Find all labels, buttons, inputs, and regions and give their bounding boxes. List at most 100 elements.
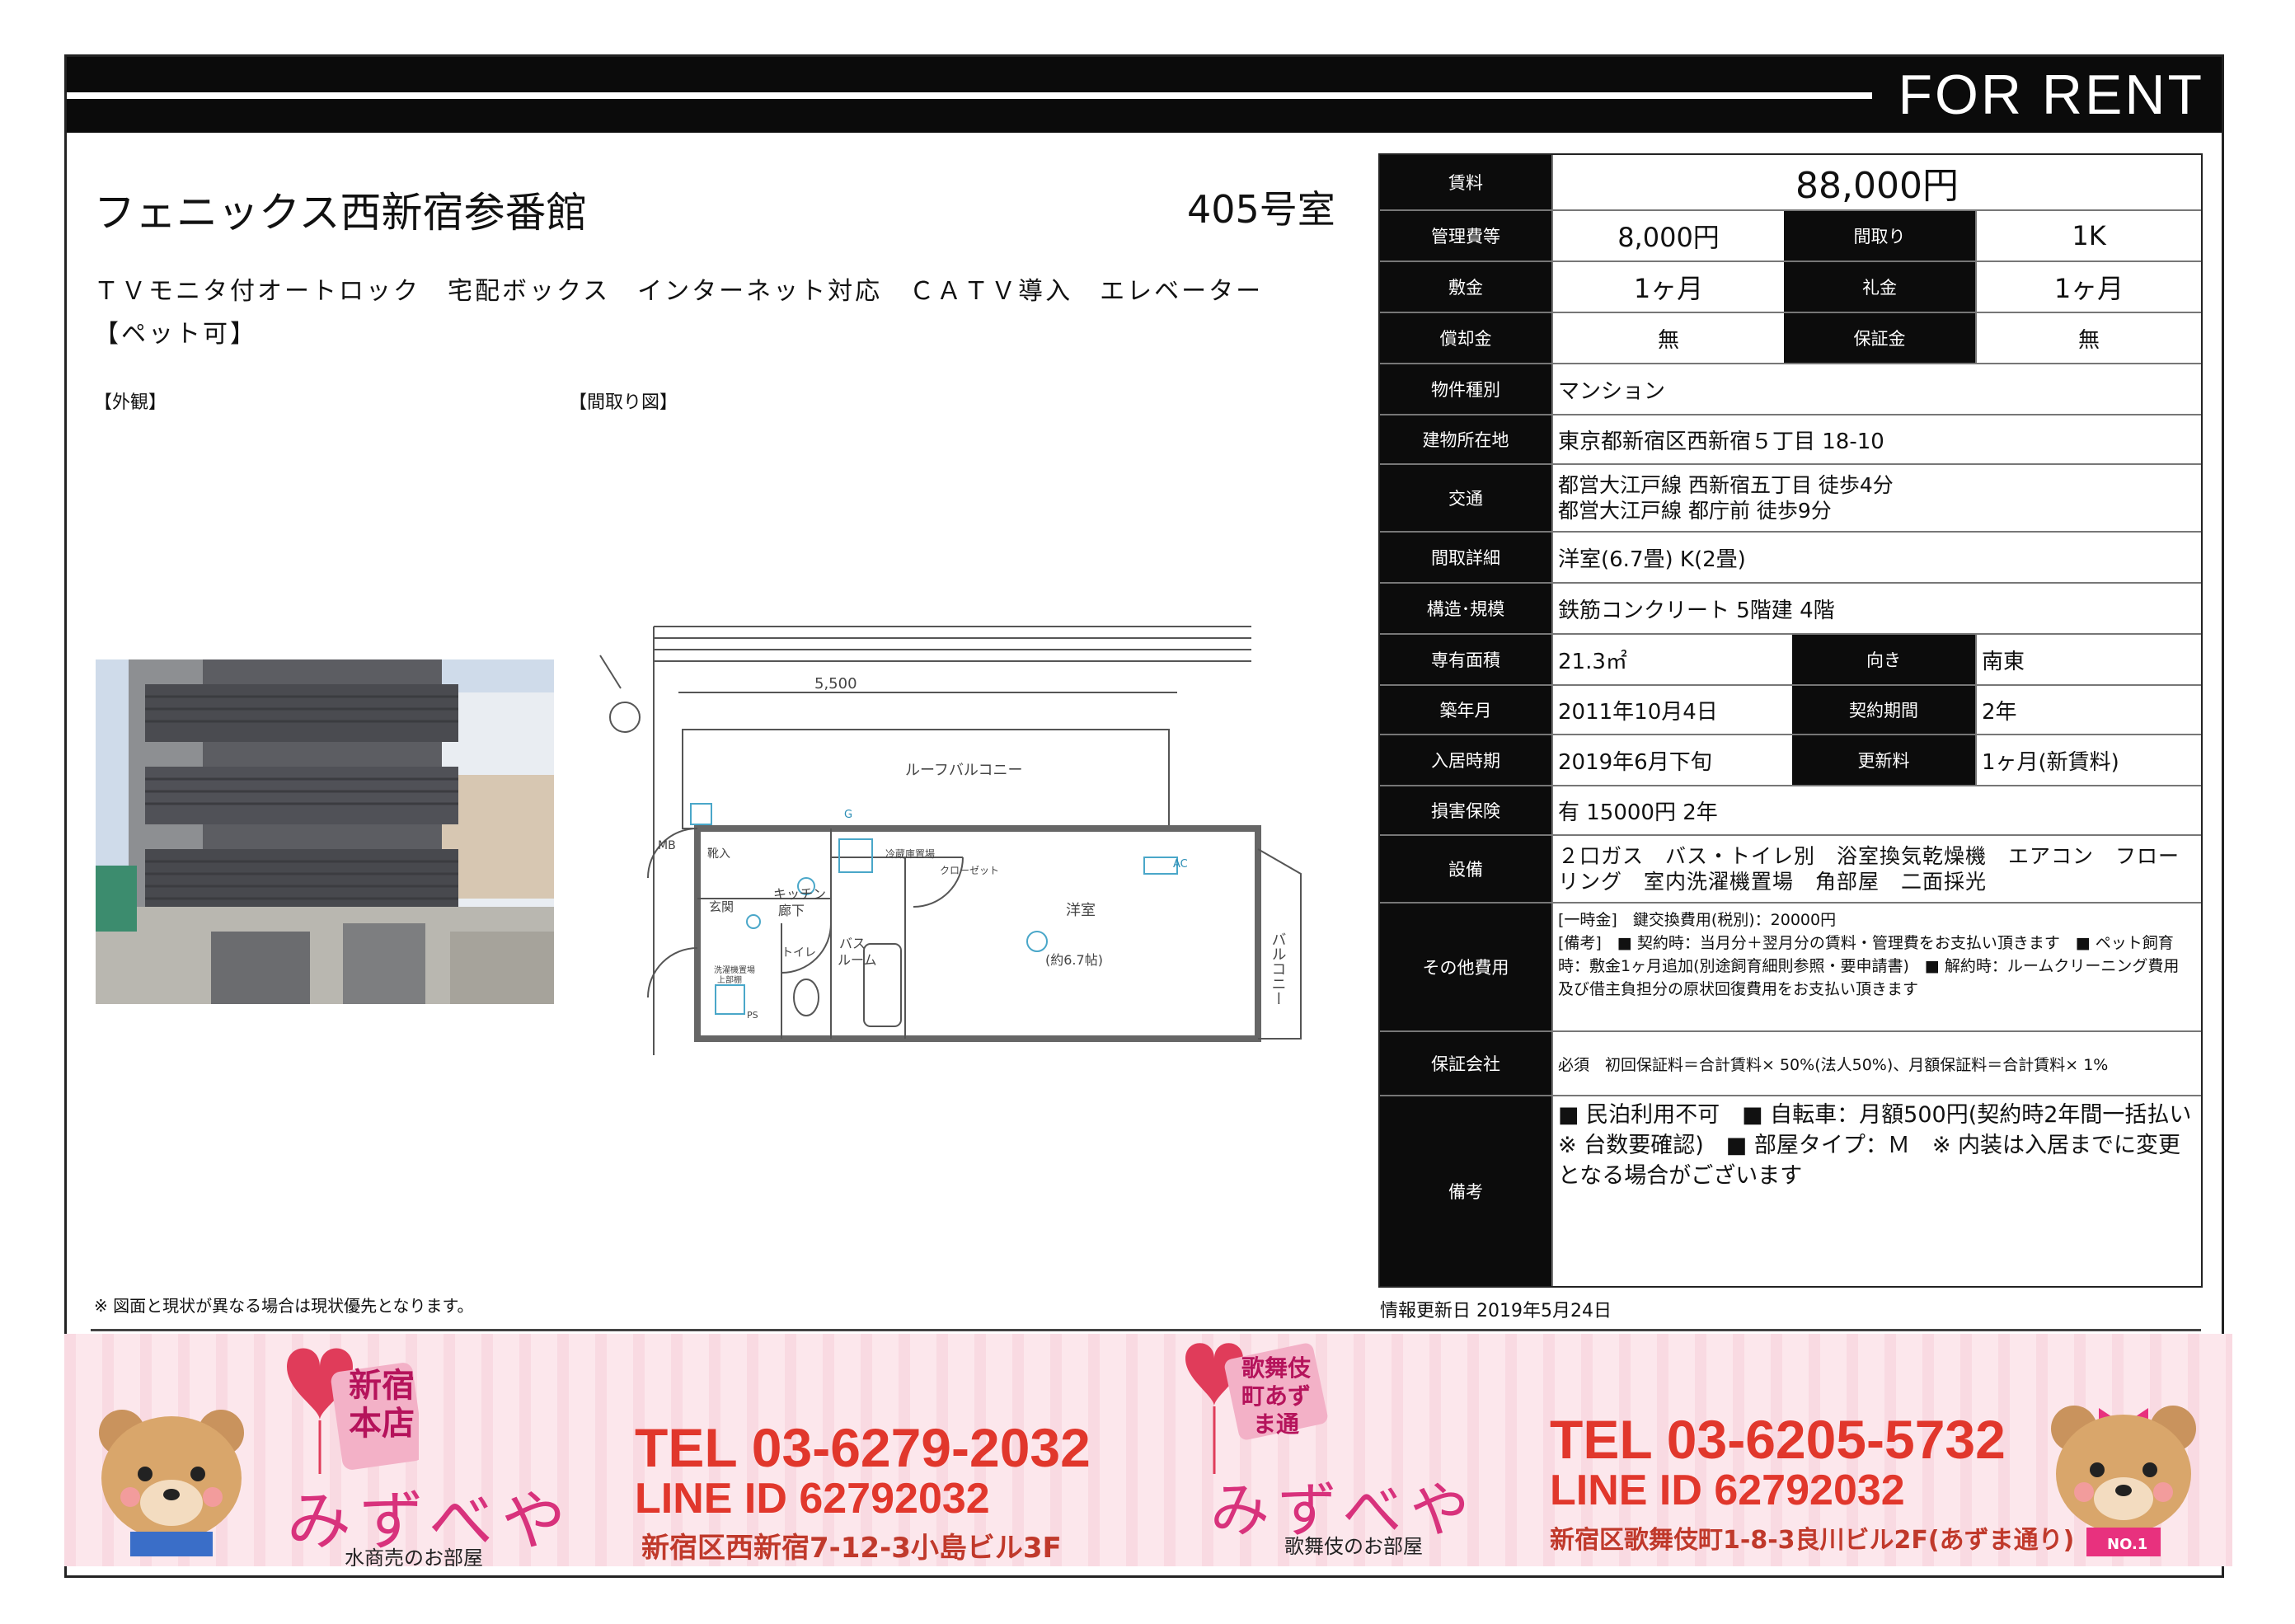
label-address: 建物所在地 — [1380, 415, 1551, 463]
label-layout: 間取り — [1784, 211, 1975, 260]
agency-banner: 新宿本店 みずべや 水商売のお部屋 TEL 03-6279-2032 LINE … — [64, 1334, 2232, 1566]
row-guarantor: 保証会社 必須 初回保証料＝合計賃料× 50%(法人50%)、月額保証料＝合計賃… — [1380, 1032, 2201, 1096]
value-direction: 南東 — [1975, 635, 2201, 684]
plan-ps: PS — [747, 1010, 758, 1021]
row-movein: 入居時期 2019年6月下旬 更新料 1ヶ月(新賃料) — [1380, 735, 2201, 786]
left-brand-sub: 水商売のお部屋 — [345, 1547, 483, 1566]
plan-corridor: 廊下 — [778, 903, 805, 918]
label-remarks: 備考 — [1380, 1096, 1551, 1286]
row-rent: 賃料 88,000円 — [1380, 155, 2201, 211]
label-type: 物件種別 — [1380, 364, 1551, 414]
value-term: 2年 — [1975, 686, 2201, 734]
plan-fridge: 冷蔵庫置場 — [885, 848, 935, 860]
access-line-2: 都営大江戸線 都庁前 徒歩9分 — [1558, 499, 1832, 523]
disclaimer-note: ※ 図面と現状が異なる場合は現状優先となります。 — [94, 1296, 474, 1316]
label-mgmt: 管理費等 — [1380, 211, 1551, 260]
row-insurance: 損害保険 有 15000円 2年 — [1380, 786, 2201, 836]
label-direction: 向き — [1792, 635, 1975, 684]
plan-washer: 洗濯機置場 — [714, 965, 755, 975]
label-insurance: 損害保険 — [1380, 786, 1551, 834]
row-deposit: 敷金 1ヶ月 礼金 1ヶ月 — [1380, 262, 2201, 313]
value-layout: 1K — [1975, 211, 2201, 260]
features-line-1: ＴＶモニタ付オートロック 宅配ボックス インターネット対応 ＣＡＴＶ導入 エレベ… — [94, 277, 1264, 306]
label-equipment: 設備 — [1380, 836, 1551, 902]
property-name: フェニックス西新宿参番館 — [94, 189, 588, 237]
value-keymoney: 1ヶ月 — [1975, 262, 2201, 312]
header-title: FOR RENT — [1898, 63, 2204, 126]
label-other-fees: その他費用 — [1380, 904, 1551, 1030]
exterior-label: 【外観】 — [94, 392, 167, 413]
label-keymoney: 礼金 — [1784, 262, 1975, 312]
value-guarantee: 無 — [1975, 313, 2201, 363]
value-guarantor: 必須 初回保証料＝合計賃料× 50%(法人50%)、月額保証料＝合計賃料× 1% — [1551, 1032, 2201, 1095]
label-amortization: 償却金 — [1380, 313, 1551, 363]
value-renewal: 1ヶ月(新賃料) — [1975, 735, 2201, 785]
label-movein: 入居時期 — [1380, 735, 1551, 785]
plan-shoebox: 靴入 — [707, 847, 730, 861]
value-structure: 鉄筋コンクリート 5階建 4階 — [1551, 584, 2201, 633]
value-rent: 88,000円 — [1551, 155, 2201, 209]
floorplan-label: 【間取り図】 — [569, 392, 678, 413]
plan-balcony: バルコニー — [1270, 932, 1287, 1006]
left-tel: TEL 03-6279-2032 — [635, 1417, 1091, 1478]
right-brand-sub: 歌舞伎のお部屋 — [1284, 1535, 1423, 1558]
bear-tag: NO.1 — [2107, 1536, 2148, 1553]
value-rooms: 洋室(6.7畳) K(2畳) — [1551, 533, 2201, 582]
plan-closet: クローゼット — [940, 865, 999, 876]
label-term: 契約期間 — [1792, 686, 1975, 734]
plan-bath: バス — [839, 936, 866, 951]
floor-plan: 5,500 ルーフバルコニー MB 靴入 キッチン 廊下 冷蔵庫置場 クローゼッ… — [575, 610, 1334, 1072]
right-badge-text: 歌舞伎町あずま通 — [1241, 1354, 1311, 1438]
plan-gas: G — [844, 809, 852, 821]
label-deposit: 敷金 — [1380, 262, 1551, 312]
plan-washer-shelf: 上部棚 — [717, 974, 742, 985]
plan-entrance: 玄関 — [709, 899, 734, 914]
right-tel: TEL 03-6205-5732 — [1550, 1409, 2006, 1470]
row-equipment: 設備 ２口ガス バス・トイレ別 浴室換気乾燥機 エアコン フローリング 室内洗濯… — [1380, 836, 2201, 904]
row-area: 専有面積 21.3㎡ 向き 南東 — [1380, 635, 2201, 686]
label-area: 専有面積 — [1380, 635, 1551, 684]
row-structure: 構造･規模 鉄筋コンクリート 5階建 4階 — [1380, 584, 2201, 635]
value-insurance: 有 15000円 2年 — [1551, 786, 2201, 834]
value-built: 2011年10月4日 — [1551, 686, 1792, 734]
banner-rule — [91, 1329, 2201, 1331]
plan-roof-balcony: ルーフバルコニー — [905, 762, 1023, 779]
row-access: 交通 都営大江戸線 西新宿五丁目 徒歩4分 都営大江戸線 都庁前 徒歩9分 — [1380, 465, 2201, 533]
label-rent: 賃料 — [1380, 155, 1551, 209]
value-deposit: 1ヶ月 — [1551, 262, 1784, 312]
label-structure: 構造･規模 — [1380, 584, 1551, 633]
label-rooms: 間取詳細 — [1380, 533, 1551, 582]
features: ＴＶモニタ付オートロック 宅配ボックス インターネット対応 ＣＡＴＶ導入 エレベ… — [94, 270, 1331, 356]
right-line-id: LINE ID 62792032 — [1550, 1467, 1905, 1514]
row-type: 物件種別 マンション — [1380, 364, 2201, 415]
header-rule — [67, 92, 1872, 99]
value-other-fees: [一時金] 鍵交換費用(税別)：20000円 [備考] ■ 契約時：当月分＋翌月… — [1551, 904, 2201, 1030]
left-line-id: LINE ID 62792032 — [635, 1475, 990, 1523]
features-line-2: 【ペット可】 — [94, 320, 257, 349]
row-amortization: 償却金 無 保証金 無 — [1380, 313, 2201, 364]
access-line-1: 都営大江戸線 西新宿五丁目 徒歩4分 — [1558, 473, 1894, 497]
exterior-photo — [96, 659, 554, 1004]
value-address: 東京都新宿区西新宿５丁目 18-10 — [1551, 415, 2201, 463]
label-renewal: 更新料 — [1792, 735, 1975, 785]
value-type: マンション — [1551, 364, 2201, 414]
plan-ac: AC — [1173, 858, 1188, 871]
plan-dimension: 5,500 — [814, 675, 857, 692]
updated-date: 情報更新日 2019年5月24日 — [1380, 1301, 1612, 1321]
row-other-fees: その他費用 [一時金] 鍵交換費用(税別)：20000円 [備考] ■ 契約時：… — [1380, 904, 2201, 1032]
room-number: 405号室 — [1187, 187, 1335, 232]
row-address: 建物所在地 東京都新宿区西新宿５丁目 18-10 — [1380, 415, 2201, 465]
left-address: 新宿区西新宿7-12-3小島ビル3F — [641, 1532, 1062, 1565]
row-mgmt: 管理費等 8,000円 間取り 1K — [1380, 211, 2201, 262]
value-remarks: ■ 民泊利用不可 ■ 自転車：月額500円(契約時2年間一括払い※ 台数要確認)… — [1551, 1096, 2201, 1286]
value-mgmt: 8,000円 — [1551, 211, 1784, 260]
plan-mb: MB — [658, 839, 676, 852]
value-amortization: 無 — [1551, 313, 1784, 363]
label-guarantee: 保証金 — [1784, 313, 1975, 363]
label-guarantor: 保証会社 — [1380, 1032, 1551, 1095]
plan-kitchen: キッチン — [773, 886, 826, 902]
plan-room-size: (約6.7帖) — [1045, 952, 1103, 968]
row-remarks: 備考 ■ 民泊利用不可 ■ 自転車：月額500円(契約時2年間一括払い※ 台数要… — [1380, 1096, 2201, 1286]
left-badge-text: 新宿本店 — [349, 1367, 415, 1443]
label-access: 交通 — [1380, 465, 1551, 531]
